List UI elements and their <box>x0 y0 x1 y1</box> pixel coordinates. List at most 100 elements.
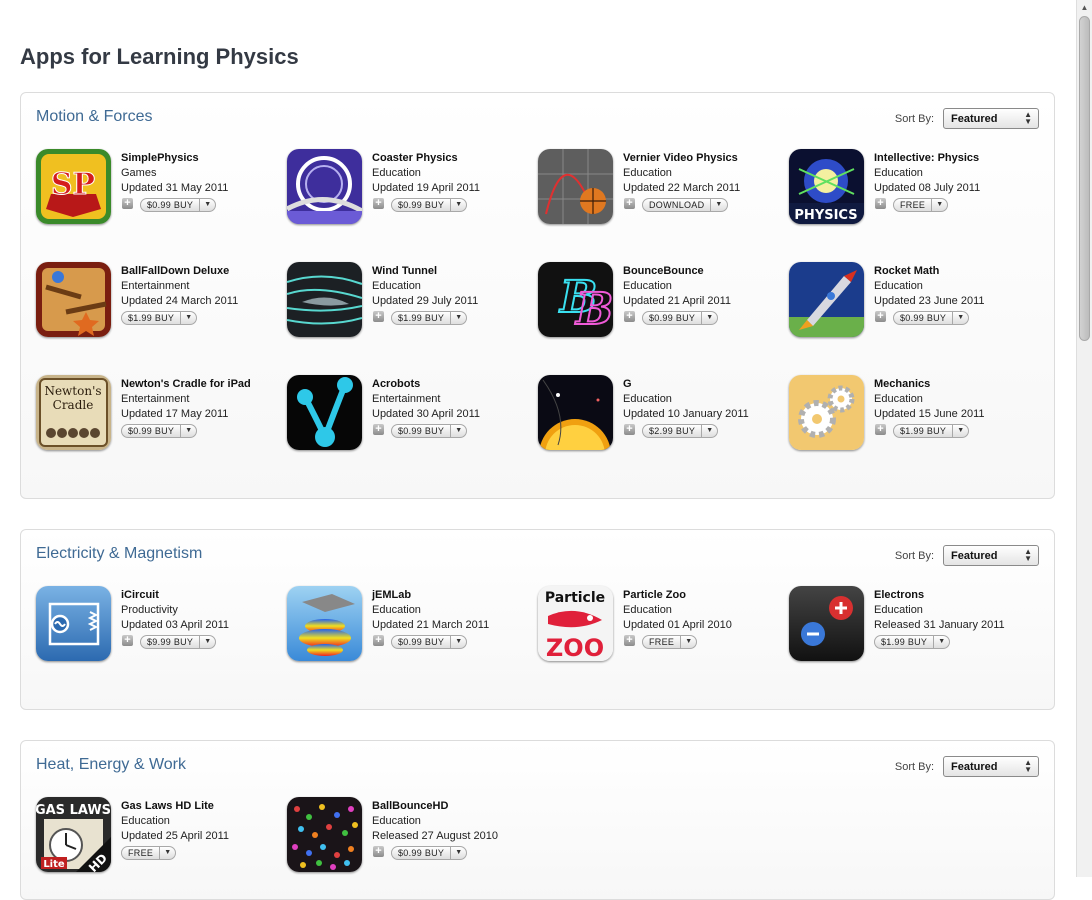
coaster-physics-icon[interactable] <box>287 149 362 224</box>
dropdown-arrow-icon[interactable]: ▼ <box>931 199 947 211</box>
app-name[interactable]: Coaster Physics <box>372 152 458 164</box>
g-app-icon[interactable] <box>538 375 613 450</box>
ballbounce-icon[interactable] <box>287 797 362 872</box>
app-tile[interactable]: Coaster Physics Education Updated 19 April… <box>287 149 527 229</box>
buy-button[interactable]: $0.99 BUY ▼ <box>140 198 217 212</box>
buy-button[interactable]: $1.99 BUY ▼ <box>391 311 468 325</box>
sort-by-select[interactable]: Featured ▲ ▼ <box>943 756 1039 777</box>
rocket-math-icon[interactable] <box>789 262 864 337</box>
gas-laws-icon[interactable]: GAS LAWS HD Lite <box>36 797 111 872</box>
add-to-wishlist-icon[interactable]: + <box>373 424 384 435</box>
buy-button[interactable]: $0.99 BUY ▼ <box>391 846 468 860</box>
app-tile[interactable]: BallFallDown Deluxe Entertainment Updated … <box>36 262 276 342</box>
app-name[interactable]: Mechanics <box>874 378 930 390</box>
add-to-wishlist-icon[interactable]: + <box>373 198 384 209</box>
app-tile[interactable]: Vernier Video Physics Education Updated 22… <box>538 149 778 229</box>
dropdown-arrow-icon[interactable]: ▼ <box>180 425 196 437</box>
app-name[interactable]: Newton's Cradle for iPad <box>121 378 251 390</box>
dropdown-arrow-icon[interactable]: ▼ <box>450 425 466 437</box>
add-to-wishlist-icon[interactable]: + <box>373 311 384 322</box>
buy-button[interactable]: $2.99 BUY ▼ <box>642 424 719 438</box>
app-tile[interactable]: G Education Updated 10 January 2011 + $2.99 … <box>538 375 778 455</box>
app-name[interactable]: G <box>623 378 632 390</box>
add-to-wishlist-icon[interactable]: + <box>122 635 133 646</box>
app-tile[interactable]: BallBounceHD Education Released 27 August … <box>287 797 527 877</box>
sort-by-select[interactable]: Featured ▲ ▼ <box>943 545 1039 566</box>
dropdown-arrow-icon[interactable]: ▼ <box>680 636 696 648</box>
dropdown-arrow-icon[interactable]: ▼ <box>701 312 717 324</box>
electrons-icon[interactable] <box>789 586 864 661</box>
add-to-wishlist-icon[interactable]: + <box>373 635 384 646</box>
app-tile[interactable]: iCircuit Productivity Updated 03 April 201… <box>36 586 276 666</box>
add-to-wishlist-icon[interactable]: + <box>624 424 635 435</box>
add-to-wishlist-icon[interactable]: + <box>875 424 886 435</box>
add-to-wishlist-icon[interactable]: + <box>373 846 384 857</box>
free-button[interactable]: FREE ▼ <box>893 198 949 212</box>
add-to-wishlist-icon[interactable]: + <box>875 198 886 209</box>
vertical-scrollbar[interactable]: ▲ <box>1076 0 1092 877</box>
app-name[interactable]: Gas Laws HD Lite <box>121 800 214 812</box>
app-tile[interactable]: GAS LAWS HD Lite Gas Laws HD Lite Education U… <box>36 797 276 877</box>
buy-button[interactable]: $1.99 BUY ▼ <box>121 311 198 325</box>
add-to-wishlist-icon[interactable]: + <box>624 311 635 322</box>
add-to-wishlist-icon[interactable]: + <box>875 311 886 322</box>
wind-tunnel-icon[interactable] <box>287 262 362 337</box>
app-name[interactable]: Rocket Math <box>874 265 939 277</box>
app-name[interactable]: Vernier Video Physics <box>623 152 738 164</box>
dropdown-arrow-icon[interactable]: ▼ <box>159 847 175 859</box>
dropdown-arrow-icon[interactable]: ▼ <box>450 847 466 859</box>
app-tile[interactable]: Mechanics Education Updated 15 June 2011 + $… <box>789 375 1029 455</box>
buy-button[interactable]: $0.99 BUY ▼ <box>391 424 468 438</box>
particle-zoo-icon[interactable]: Particle ZOO <box>538 586 613 661</box>
bouncebounce-icon[interactable]: BB <box>538 262 613 337</box>
buy-button[interactable]: $0.99 BUY ▼ <box>391 198 468 212</box>
buy-button[interactable]: $0.99 BUY ▼ <box>121 424 198 438</box>
app-name[interactable]: iCircuit <box>121 589 159 601</box>
app-tile[interactable]: jEMLab Education Updated 21 March 2011 + $0.… <box>287 586 527 666</box>
app-tile[interactable]: Wind Tunnel Education Updated 29 July 2011… <box>287 262 527 342</box>
app-tile[interactable]: Electrons Education Released 31 January 20… <box>789 586 1029 666</box>
mechanics-gears-icon[interactable] <box>789 375 864 450</box>
dropdown-arrow-icon[interactable]: ▼ <box>952 425 968 437</box>
buy-button[interactable]: $1.99 BUY ▼ <box>893 424 970 438</box>
dropdown-arrow-icon[interactable]: ▼ <box>710 199 726 211</box>
dropdown-arrow-icon[interactable]: ▼ <box>450 636 466 648</box>
newtons-cradle-icon[interactable]: Newton's Cradle <box>36 375 111 450</box>
dropdown-arrow-icon[interactable]: ▼ <box>933 636 949 648</box>
sort-by-select[interactable]: Featured ▲ ▼ <box>943 108 1039 129</box>
app-name[interactable]: Wind Tunnel <box>372 265 437 277</box>
scroll-up-arrow-icon[interactable]: ▲ <box>1077 0 1092 16</box>
app-tile[interactable]: Rocket Math Education Updated 23 June 2011… <box>789 262 1029 342</box>
dropdown-arrow-icon[interactable]: ▼ <box>701 425 717 437</box>
ballfalldown-icon[interactable] <box>36 262 111 337</box>
vernier-video-physics-icon[interactable] <box>538 149 613 224</box>
app-name[interactable]: Particle Zoo <box>623 589 686 601</box>
app-name[interactable]: BallFallDown Deluxe <box>121 265 229 277</box>
app-tile[interactable]: Acrobots Entertainment Updated 30 April 20… <box>287 375 527 455</box>
buy-button[interactable]: $1.99 BUY ▼ <box>874 635 951 649</box>
dropdown-arrow-icon[interactable]: ▼ <box>199 636 215 648</box>
add-to-wishlist-icon[interactable]: + <box>624 198 635 209</box>
intellective-physics-icon[interactable]: PHYSICS <box>789 149 864 224</box>
buy-button[interactable]: $0.99 BUY ▼ <box>893 311 970 325</box>
buy-button[interactable]: $0.99 BUY ▼ <box>642 311 719 325</box>
buy-button[interactable]: $0.99 BUY ▼ <box>391 635 468 649</box>
app-name[interactable]: jEMLab <box>372 589 411 601</box>
app-tile[interactable]: Particle ZOO Particle Zoo Education Updated … <box>538 586 778 666</box>
app-tile[interactable]: SP SimplePhysics Games Updated 31 May 2011 +… <box>36 149 276 229</box>
app-tile[interactable]: B B BounceBounce Education Updated 21 April … <box>538 262 778 342</box>
acrobots-icon[interactable] <box>287 375 362 450</box>
jemlab-icon[interactable] <box>287 586 362 661</box>
app-name[interactable]: BounceBounce <box>623 265 704 277</box>
free-button[interactable]: FREE ▼ <box>642 635 698 649</box>
app-name[interactable]: Acrobots <box>372 378 420 390</box>
app-name[interactable]: Electrons <box>874 589 924 601</box>
dropdown-arrow-icon[interactable]: ▼ <box>199 199 215 211</box>
add-to-wishlist-icon[interactable]: + <box>624 635 635 646</box>
dropdown-arrow-icon[interactable]: ▼ <box>450 312 466 324</box>
add-to-wishlist-icon[interactable]: + <box>122 198 133 209</box>
app-tile[interactable]: Newton's Cradle Newton's Cradle for iPad En… <box>36 375 276 455</box>
app-tile[interactable]: PHYSICS Intellective: Physics Education Upd… <box>789 149 1029 229</box>
buy-button[interactable]: $9.99 BUY ▼ <box>140 635 217 649</box>
dropdown-arrow-icon[interactable]: ▼ <box>450 199 466 211</box>
